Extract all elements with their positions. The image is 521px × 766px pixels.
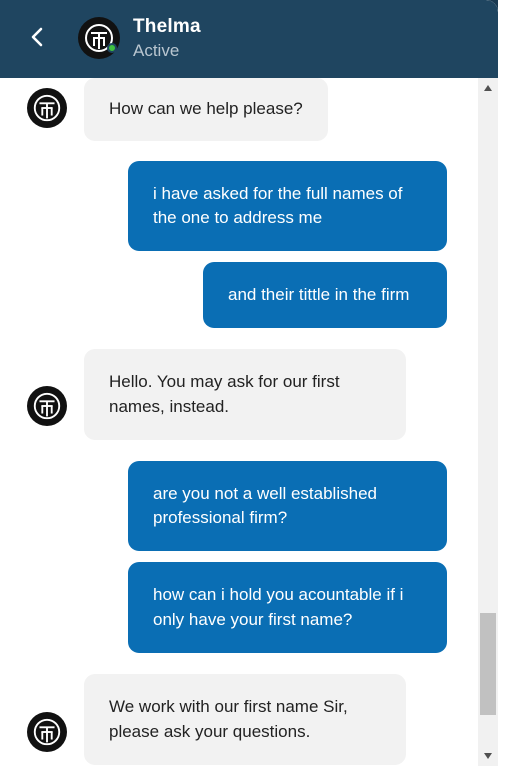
bot-message: We work with our first name Sir, please … — [84, 674, 406, 765]
back-button[interactable] — [20, 20, 54, 54]
bot-avatar — [27, 88, 67, 128]
arrow-up-icon — [484, 85, 492, 91]
bot-avatar — [27, 386, 67, 426]
firm-logo-icon — [33, 94, 61, 122]
scrollbar[interactable] — [478, 78, 498, 766]
user-message: i have asked for the full names of the o… — [128, 161, 447, 251]
agent-status: Active — [133, 41, 180, 60]
bot-message: How can we help please? — [84, 78, 328, 141]
firm-logo-icon — [33, 718, 61, 746]
chat-header: Thelma Active — [0, 0, 498, 78]
online-status-dot — [107, 43, 117, 53]
user-message: how can i hold you acountable if i only … — [128, 562, 447, 653]
scroll-thumb[interactable] — [480, 613, 496, 715]
user-message: and their tittle in the firm — [203, 262, 447, 328]
scroll-up-button[interactable] — [478, 78, 498, 98]
bot-avatar — [27, 712, 67, 752]
page-background — [498, 0, 521, 766]
firm-logo-icon — [33, 392, 61, 420]
user-message: are you not a well established professio… — [128, 461, 447, 551]
chat-window: Thelma Active How can we help please? i … — [0, 0, 498, 766]
scroll-down-button[interactable] — [478, 746, 498, 766]
agent-name: Thelma — [133, 16, 201, 37]
bot-message: Hello. You may ask for our first names, … — [84, 349, 406, 440]
arrow-down-icon — [484, 753, 492, 759]
chevron-left-icon — [31, 27, 43, 47]
message-list: How can we help please? i have asked for… — [0, 78, 478, 766]
